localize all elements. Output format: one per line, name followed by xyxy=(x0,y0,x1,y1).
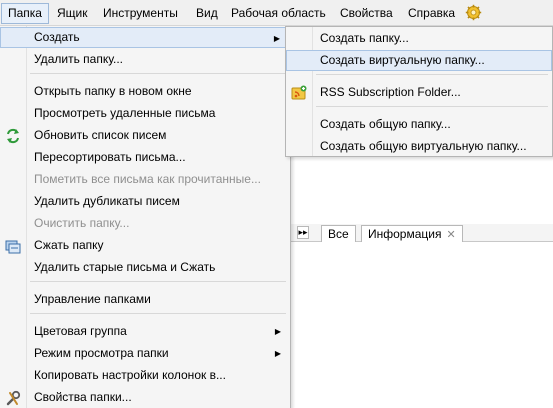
gear-icon[interactable] xyxy=(465,4,482,21)
menu-item-label: Открыть папку в новом окне xyxy=(34,84,192,98)
menu-item-label: Сжать папку xyxy=(34,238,104,252)
submenu-item-create-virtual-folder[interactable]: Создать виртуальную папку... xyxy=(286,50,552,71)
menu-item-manage-folders[interactable]: Управление папками xyxy=(0,289,289,310)
submenu-item-label: RSS Subscription Folder... xyxy=(320,85,461,99)
submenu-item-label: Создать папку... xyxy=(320,31,409,45)
compress-icon xyxy=(5,240,21,254)
menu-separator xyxy=(30,313,286,314)
menu-help[interactable]: Справка xyxy=(402,3,461,24)
menu-workspace[interactable]: Рабочая область xyxy=(225,3,332,24)
menu-item-label: Свойства папки... xyxy=(34,390,132,404)
submenu-arrow-icon: ▶ xyxy=(274,349,281,358)
menu-item-label: Режим просмотра папки xyxy=(34,346,169,360)
submenu-item-label: Создать общую папку... xyxy=(320,117,451,131)
menu-item-label: Удалить старые письма и Сжать xyxy=(34,260,216,274)
menu-item-label: Создать xyxy=(34,30,80,44)
tab-scroll-button[interactable]: ▸▸ xyxy=(297,226,309,239)
menu-item-mark-all-read[interactable]: Пометить все письма как прочитанные... xyxy=(0,169,289,190)
menu-item-label: Цветовая группа xyxy=(34,324,127,338)
properties-icon xyxy=(6,390,21,406)
menu-item-compress[interactable]: Сжать папку xyxy=(0,235,289,256)
menu-item-delete-folder[interactable]: Удалить папку... xyxy=(0,49,289,70)
menu-item-resort[interactable]: Пересортировать письма... xyxy=(0,147,289,168)
menu-item-label: Обновить список писем xyxy=(34,128,167,142)
menu-item-label: Удалить папку... xyxy=(34,52,124,66)
menu-item-label: Пересортировать письма... xyxy=(34,150,186,164)
menu-separator xyxy=(30,281,286,282)
menu-item-label: Пометить все письма как прочитанные... xyxy=(34,172,261,186)
submenu-arrow-icon: ▶ xyxy=(274,327,281,336)
menu-folder[interactable]: Папка xyxy=(1,3,49,24)
menu-item-delete-old-compress[interactable]: Удалить старые письма и Сжать xyxy=(0,257,289,278)
menu-item-label: Очистить папку... xyxy=(34,216,130,230)
submenu-item-create-folder[interactable]: Создать папку... xyxy=(286,28,552,49)
refresh-icon xyxy=(7,128,19,144)
create-submenu: Создать папку... Создать виртуальную пап… xyxy=(285,26,553,157)
tab-info-label: Информация xyxy=(368,227,442,241)
menu-item-view-deleted[interactable]: Просмотреть удаленные письма xyxy=(0,103,289,124)
menubar: Папка Ящик Инструменты Вид Рабочая облас… xyxy=(0,0,553,26)
submenu-item-label: Создать виртуальную папку... xyxy=(320,53,485,67)
view-tabstrip: ▸▸ Все Информация ✕ xyxy=(285,224,553,242)
menu-item-empty-folder[interactable]: Очистить папку... xyxy=(0,213,289,234)
menu-item-copy-column-settings[interactable]: Копировать настройки колонок в... xyxy=(0,365,289,386)
rss-folder-icon xyxy=(291,85,307,100)
menu-item-open-new-window[interactable]: Открыть папку в новом окне xyxy=(0,81,289,102)
menu-item-label: Управление папками xyxy=(34,292,151,306)
submenu-item-rss-folder[interactable]: RSS Subscription Folder... xyxy=(286,82,552,103)
folder-menu: Создать ▶ Удалить папку... Открыть папку… xyxy=(0,26,291,408)
menu-separator xyxy=(30,73,286,74)
menu-item-view-mode[interactable]: Режим просмотра папки ▶ xyxy=(0,343,289,364)
tab-all-label: Все xyxy=(328,227,349,241)
submenu-arrow-icon: ▶ xyxy=(273,34,280,43)
menu-item-label: Копировать настройки колонок в... xyxy=(34,368,226,382)
menu-separator xyxy=(316,106,548,107)
menu-separator xyxy=(316,74,548,75)
menu-item-color-group[interactable]: Цветовая группа ▶ xyxy=(0,321,289,342)
menu-item-label: Удалить дубликаты писем xyxy=(34,194,180,208)
menu-view[interactable]: Вид xyxy=(190,3,224,24)
menu-item-create[interactable]: Создать ▶ xyxy=(0,27,289,48)
menu-item-folder-properties[interactable]: Свойства папки... xyxy=(0,387,289,408)
submenu-item-create-shared-folder[interactable]: Создать общую папку... xyxy=(286,114,552,135)
menu-item-refresh-list[interactable]: Обновить список писем xyxy=(0,125,289,146)
menu-properties[interactable]: Свойства xyxy=(334,3,399,24)
submenu-item-create-shared-virtual-folder[interactable]: Создать общую виртуальную папку... xyxy=(286,136,552,157)
submenu-item-label: Создать общую виртуальную папку... xyxy=(320,139,527,153)
menu-item-remove-duplicates[interactable]: Удалить дубликаты писем xyxy=(0,191,289,212)
menu-tools[interactable]: Инструменты xyxy=(97,3,184,24)
menu-item-label: Просмотреть удаленные письма xyxy=(34,106,216,120)
tab-info[interactable]: Информация ✕ xyxy=(361,225,463,242)
close-icon[interactable]: ✕ xyxy=(446,229,455,241)
tab-all[interactable]: Все xyxy=(321,225,356,242)
menu-mailbox[interactable]: Ящик xyxy=(51,3,94,24)
